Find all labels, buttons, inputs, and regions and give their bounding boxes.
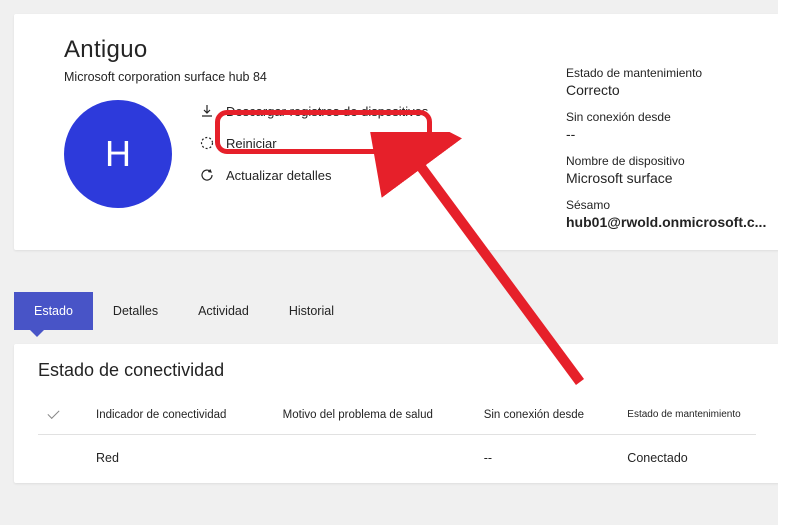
maintenance-state-label: Estado de mantenimiento <box>566 66 766 80</box>
sesame: Sésamo hub01@rwold.onmicrosoft.c... <box>566 198 766 230</box>
cell-reason <box>275 435 476 474</box>
header-left: Antiguo Microsoft corporation surface hu… <box>64 36 534 230</box>
device-title: Antiguo <box>64 36 534 64</box>
device-model: Microsoft corporation surface hub 84 <box>64 70 534 84</box>
col-state[interactable]: Estado de mantenimiento <box>619 395 756 435</box>
col-offline[interactable]: Sin conexión desde <box>476 395 620 435</box>
refresh-details-action[interactable]: Actualizar detalles <box>196 164 430 186</box>
cell-offline: -- <box>476 435 620 474</box>
device-name: Nombre de dispositivo Microsoft surface <box>566 154 766 186</box>
device-name-value: Microsoft surface <box>566 170 766 186</box>
tab-label: Actividad <box>198 304 249 318</box>
connectivity-title: Estado de conectividad <box>38 360 756 381</box>
download-icon <box>198 103 216 119</box>
table-row[interactable]: Red -- Conectado <box>38 435 756 474</box>
maintenance-state-value: Correcto <box>566 82 766 98</box>
sesame-label: Sésamo <box>566 198 766 212</box>
avatar: H <box>64 100 172 208</box>
restart-label: Reiniciar <box>226 136 277 151</box>
offline-since-value: -- <box>566 126 766 142</box>
refresh-icon <box>198 167 216 183</box>
tab-label: Historial <box>289 304 334 318</box>
select-all-header[interactable] <box>38 395 88 435</box>
sesame-value: hub01@rwold.onmicrosoft.c... <box>566 214 766 230</box>
download-logs-label: Descargar registros de dispositivos <box>226 104 428 119</box>
col-indicator[interactable]: Indicador de conectividad <box>88 395 275 435</box>
device-header-card: Antiguo Microsoft corporation surface hu… <box>14 14 780 250</box>
cell-indicator: Red <box>88 435 275 474</box>
restart-action[interactable]: Reiniciar <box>196 132 430 154</box>
tab-historial[interactable]: Historial <box>269 292 354 330</box>
tab-detalles[interactable]: Detalles <box>93 292 178 330</box>
maintenance-state: Estado de mantenimiento Correcto <box>566 66 766 98</box>
device-name-label: Nombre de dispositivo <box>566 154 766 168</box>
offline-since: Sin conexión desde -- <box>566 110 766 142</box>
check-icon <box>46 405 62 421</box>
refresh-details-label: Actualizar detalles <box>226 168 332 183</box>
download-logs-action[interactable]: Descargar registros de dispositivos <box>196 100 430 122</box>
offline-since-label: Sin conexión desde <box>566 110 766 124</box>
tab-actividad[interactable]: Actividad <box>178 292 269 330</box>
page-right-edge <box>778 0 792 525</box>
tab-estado[interactable]: Estado <box>14 292 93 330</box>
table-header-row: Indicador de conectividad Motivo del pro… <box>38 395 756 435</box>
connectivity-panel: Estado de conectividad Indicador de cone… <box>14 344 780 483</box>
col-reason[interactable]: Motivo del problema de salud <box>275 395 476 435</box>
tab-label: Estado <box>34 304 73 318</box>
connectivity-table: Indicador de conectividad Motivo del pro… <box>38 395 756 473</box>
device-properties: Estado de mantenimiento Correcto Sin con… <box>544 36 766 230</box>
device-actions: Descargar registros de dispositivos Rein… <box>196 94 430 186</box>
tab-label: Detalles <box>113 304 158 318</box>
cell-state: Conectado <box>619 435 756 474</box>
tabstrip: Estado Detalles Actividad Historial <box>14 292 780 330</box>
restart-icon <box>198 135 216 151</box>
header-left-row: H Descargar registros de dispositivos <box>64 94 534 208</box>
